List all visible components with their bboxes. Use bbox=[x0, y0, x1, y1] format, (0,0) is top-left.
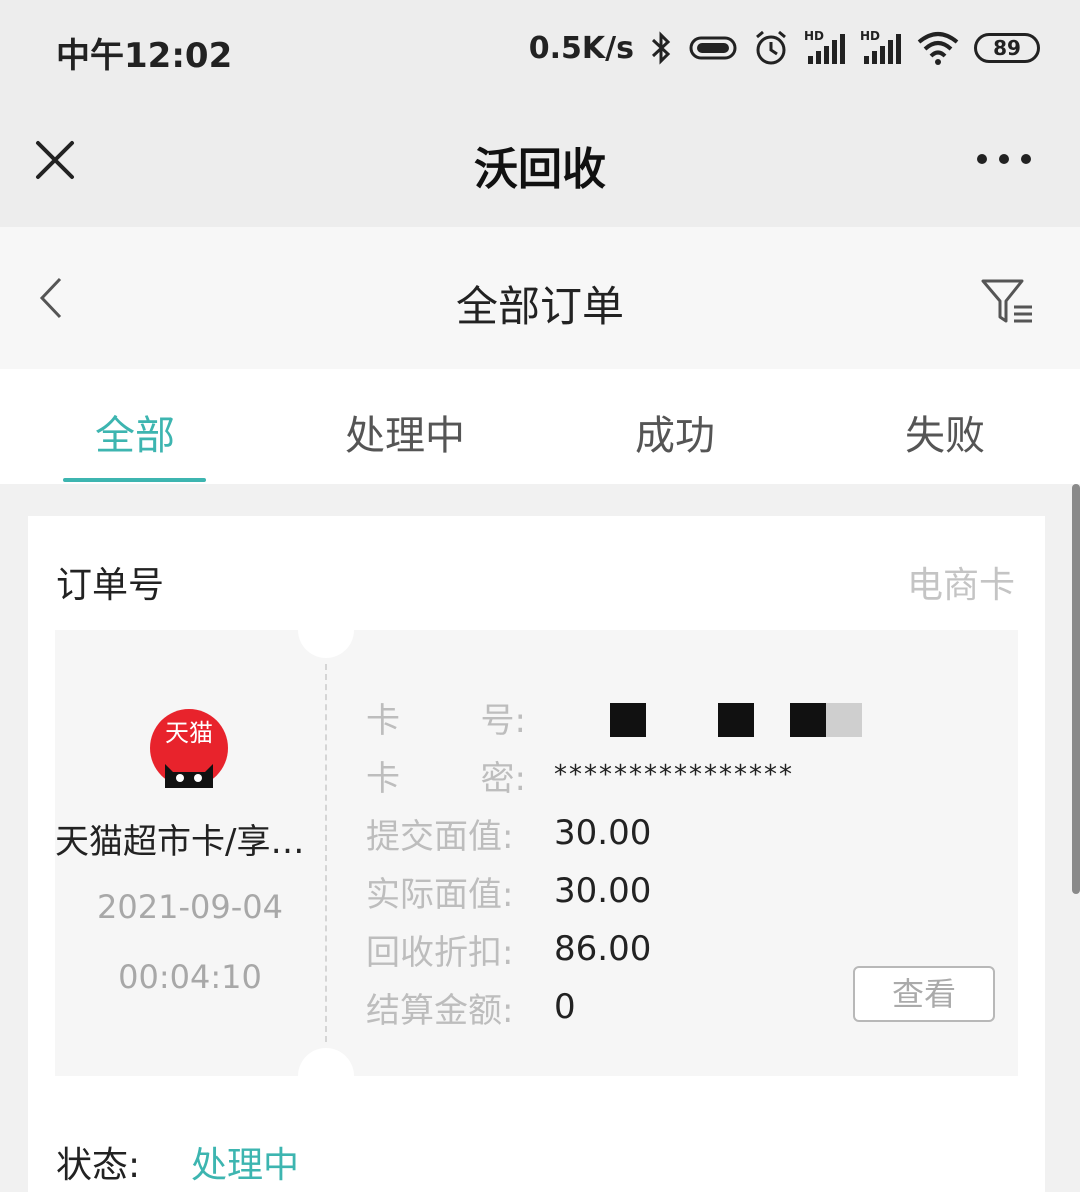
status-label: 状态: bbox=[56, 1145, 141, 1186]
status-time: 中午12:02 bbox=[56, 36, 233, 76]
order-number-label: 订单号 bbox=[56, 565, 165, 606]
redaction-block bbox=[790, 703, 826, 737]
alarm-icon bbox=[756, 30, 786, 65]
order-date: 2021-09-04 bbox=[97, 888, 283, 926]
card-password-value: **************** bbox=[554, 760, 794, 790]
card-number-label: 卡 号: bbox=[366, 700, 526, 741]
submitted-value-label: 提交面值: bbox=[366, 816, 514, 857]
page-header: 全部订单 bbox=[0, 227, 1080, 369]
order-ticket: 天猫 天猫超市卡/享… 2021-09-04 00:04:10 卡 号: 卡 密… bbox=[55, 602, 1018, 1104]
tab-all[interactable]: 全部 bbox=[0, 369, 270, 484]
card-type-badge: 电商卡 bbox=[906, 565, 1015, 606]
hd-signal-icon: HD bbox=[804, 29, 845, 64]
card-password-label: 卡 密: bbox=[366, 758, 526, 799]
view-button[interactable]: 查看 bbox=[853, 966, 995, 1022]
actual-value: 30.00 bbox=[554, 871, 652, 911]
status-value: 处理中 bbox=[191, 1145, 300, 1186]
card-password-row: 卡 密: **************** bbox=[366, 746, 974, 804]
bluetooth-icon bbox=[651, 31, 671, 65]
submitted-value: 30.00 bbox=[554, 813, 652, 853]
order-tabs: 全部 处理中 成功 失败 bbox=[0, 369, 1080, 484]
mini-program-titlebar: 沃回收 bbox=[0, 95, 1080, 227]
redaction-block bbox=[826, 703, 862, 737]
submitted-value-row: 提交面值: 30.00 bbox=[366, 804, 974, 862]
svg-text:HD: HD bbox=[860, 29, 880, 43]
vibrate-icon bbox=[689, 36, 737, 60]
hd-signal-icon: HD bbox=[860, 29, 901, 64]
actual-value-label: 实际面值: bbox=[366, 874, 514, 915]
redaction-block bbox=[718, 703, 754, 737]
settlement-value: 0 bbox=[554, 987, 576, 1027]
status-icons: 0.5K/s HD HD 89 bbox=[529, 26, 1040, 70]
battery-icon: 89 bbox=[974, 33, 1040, 63]
svg-text:天猫: 天猫 bbox=[165, 719, 213, 747]
status-bar: 中午12:02 0.5K/s HD HD 89 bbox=[0, 0, 1080, 95]
app-title: 沃回收 bbox=[474, 144, 606, 195]
card-number-row: 卡 号: bbox=[366, 688, 974, 746]
svg-text:HD: HD bbox=[804, 29, 824, 43]
ticket-divider bbox=[325, 664, 327, 1042]
order-card[interactable]: 订单号 电商卡 天猫 天猫超市卡/享… 2021-09-04 00:04:10 … bbox=[28, 516, 1045, 1192]
order-list[interactable]: 订单号 电商卡 天猫 天猫超市卡/享… 2021-09-04 00:04:10 … bbox=[0, 484, 1080, 1192]
scrollbar[interactable] bbox=[1072, 484, 1080, 894]
tmall-logo-icon: 天猫 bbox=[150, 709, 228, 788]
product-name: 天猫超市卡/享… bbox=[55, 822, 305, 862]
settlement-label: 结算金额: bbox=[366, 990, 514, 1031]
card-number-redacted bbox=[554, 697, 974, 737]
tab-failed[interactable]: 失败 bbox=[810, 369, 1080, 484]
filter-icon[interactable] bbox=[980, 277, 1036, 327]
tab-processing[interactable]: 处理中 bbox=[270, 369, 540, 484]
order-time: 00:04:10 bbox=[118, 958, 262, 996]
network-speed: 0.5K/s bbox=[528, 30, 634, 66]
ticket-notch-top bbox=[298, 602, 354, 658]
actual-value-row: 实际面值: 30.00 bbox=[366, 862, 974, 920]
discount-label: 回收折扣: bbox=[366, 932, 514, 973]
more-dots-icon[interactable] bbox=[974, 147, 1034, 171]
wifi-icon bbox=[917, 32, 959, 65]
redaction-block bbox=[610, 703, 646, 737]
ticket-notch-bottom bbox=[298, 1048, 354, 1104]
discount-value: 86.00 bbox=[554, 929, 652, 969]
page-title: 全部订单 bbox=[455, 282, 624, 331]
tab-success[interactable]: 成功 bbox=[540, 369, 810, 484]
